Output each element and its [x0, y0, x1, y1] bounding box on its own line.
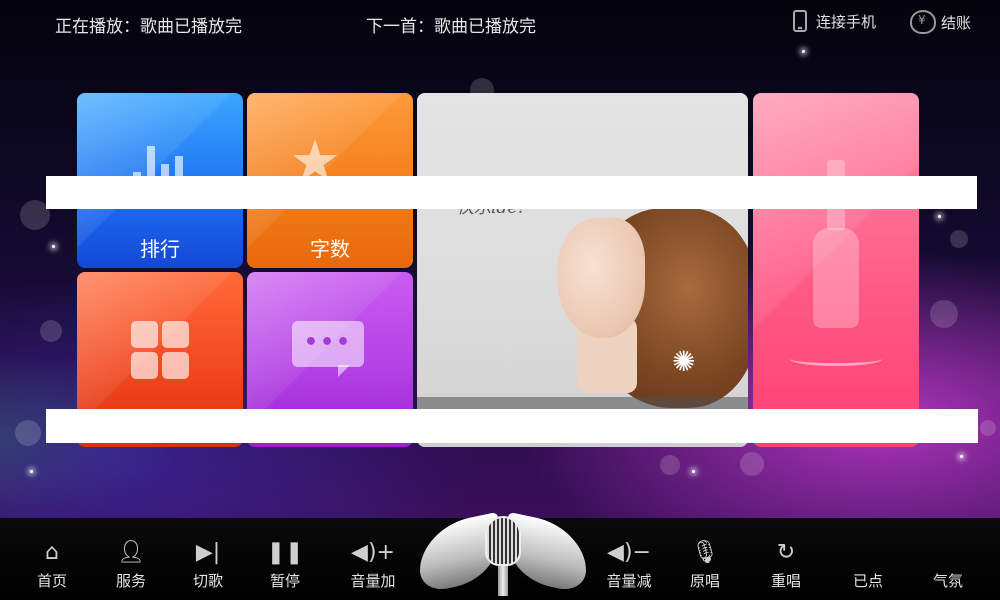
winged-microphone-logo [418, 511, 588, 600]
bokeh-light [980, 420, 996, 436]
pause-button[interactable]: ❚❚ 暂停 [250, 538, 320, 591]
sparkle [52, 245, 55, 248]
service-label: 服务 [115, 572, 146, 590]
featured-singer-tile[interactable]: 快乐ide? ✺ [417, 93, 748, 447]
skip-song-button[interactable]: ▶| 切歌 [173, 538, 243, 591]
selected-songs-button[interactable]: 已点 [833, 538, 903, 591]
original-vocal-button[interactable]: 🎙︎ 原唱 [670, 538, 740, 591]
bokeh-light [950, 230, 968, 248]
original-vocal-label: 原唱 [689, 572, 720, 590]
replay-icon: ↻ [776, 540, 796, 565]
photo-caption-strip [417, 397, 748, 409]
pause-label: 暂停 [269, 572, 300, 590]
home-label: 首页 [36, 572, 67, 590]
skip-song-label: 切歌 [192, 572, 223, 590]
sparkle [692, 470, 695, 473]
atmosphere-label: 气氛 [932, 572, 963, 590]
home-button[interactable]: ⌂ 首页 [17, 538, 87, 591]
mute-mic-icon: 🎙︎ [691, 540, 719, 565]
singer-face [557, 218, 645, 338]
redaction-bar [46, 176, 977, 209]
checkout-button[interactable]: 结账 [910, 10, 971, 34]
replay-button[interactable]: ↻ 重唱 [751, 538, 821, 591]
replay-label: 重唱 [770, 572, 801, 590]
microphone-stem [498, 566, 508, 596]
grid-icon [131, 321, 189, 379]
volume-down-icon: ◀)− [607, 540, 651, 565]
volume-down-button[interactable]: ◀)− 音量减 [594, 538, 664, 591]
chat-bubble-icon: ••• [292, 321, 364, 377]
home-icon: ⌂ [45, 540, 59, 565]
sparkle [960, 455, 963, 458]
pause-icon: ❚❚ [266, 540, 304, 565]
redaction-bar [46, 409, 978, 443]
now-playing-text: 正在播放：歌曲已播放完 [55, 17, 242, 37]
connect-phone-label: 连接手机 [816, 12, 877, 31]
next-song-text: 下一首：歌曲已播放完 [366, 17, 536, 37]
selected-songs-label: 已点 [852, 572, 883, 590]
bokeh-light [930, 300, 958, 328]
flower-decoration-icon: ✺ [672, 345, 696, 378]
sparkle [30, 470, 33, 473]
skip-icon: ▶| [195, 540, 221, 565]
bokeh-light [40, 320, 62, 342]
microphone-icon [485, 516, 521, 566]
atmosphere-button[interactable]: 气氛 [913, 538, 983, 591]
ranking-tile-label: 排行 [140, 237, 180, 261]
bokeh-light [660, 455, 680, 475]
money-bag-icon [910, 10, 936, 34]
sparkle [938, 215, 941, 218]
volume-down-label: 音量减 [606, 572, 652, 590]
checkout-label: 结账 [941, 13, 972, 32]
volume-up-icon: ◀)+ [351, 540, 395, 565]
phone-icon [793, 10, 807, 32]
connect-phone-button[interactable]: 连接手机 [793, 10, 876, 32]
tile-smile-decoration [790, 352, 882, 366]
bokeh-light [15, 420, 41, 446]
word-count-tile-label: 字数 [310, 237, 350, 261]
sparkle [802, 50, 805, 53]
volume-up-button[interactable]: ◀)+ 音量加 [338, 538, 408, 591]
top-bar: 正在播放：歌曲已播放完 下一首：歌曲已播放完 连接手机 结账 [0, 0, 1000, 44]
service-button[interactable]: 👤︎ 服务 [96, 538, 166, 591]
volume-up-label: 音量加 [350, 572, 396, 590]
person-icon: 👤︎ [117, 540, 145, 565]
bokeh-light [740, 452, 764, 476]
